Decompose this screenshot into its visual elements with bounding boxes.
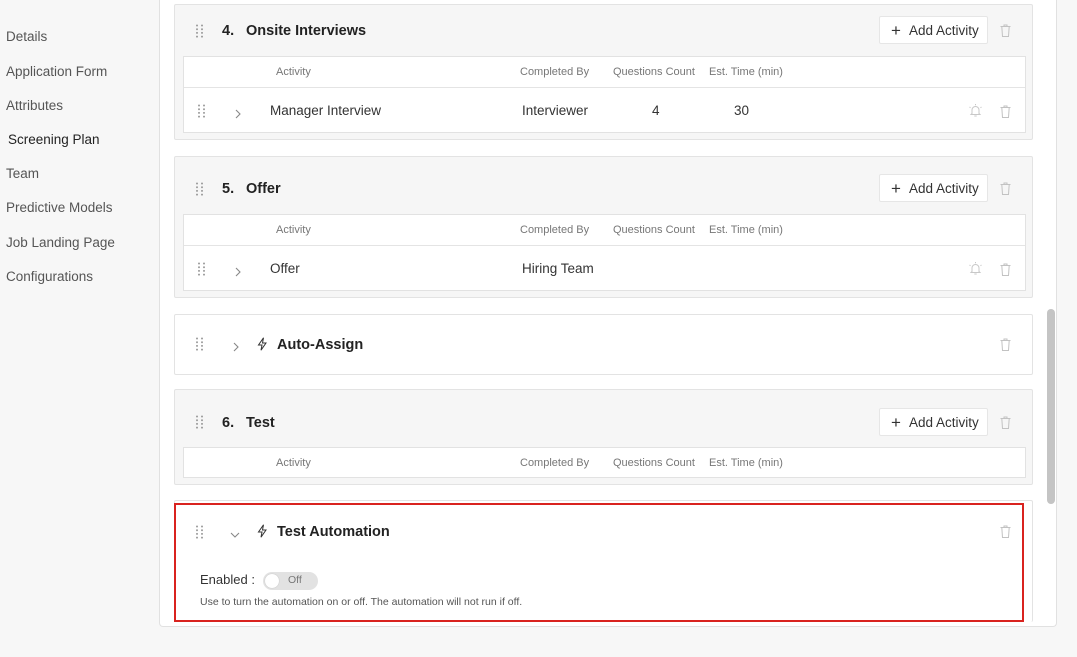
sidebar-item-predictive-models[interactable]: Predictive Models (6, 200, 113, 215)
chevron-down-icon[interactable] (230, 527, 240, 538)
trash-icon[interactable] (1000, 182, 1011, 195)
automation-auto-assign[interactable]: Auto-Assign (174, 314, 1033, 375)
stage-title: Test (246, 415, 275, 431)
activity-table: Activity Completed By Questions Count Es… (183, 447, 1026, 478)
trash-icon[interactable] (1000, 338, 1011, 351)
sidebar-item-application-form[interactable]: Application Form (6, 64, 107, 79)
stage-title: Offer (246, 181, 281, 197)
lightning-icon (257, 524, 267, 538)
column-header-questions-count: Questions Count (613, 457, 695, 469)
sidebar-item-screening-plan[interactable]: Screening Plan (8, 132, 100, 147)
automation-title: Auto-Assign (277, 337, 364, 353)
bell-icon[interactable] (968, 103, 983, 118)
table-row[interactable]: Offer Hiring Team (184, 245, 1025, 291)
est-time: 30 (734, 103, 750, 118)
sidebar: Details Application Form Attributes Scre… (0, 0, 158, 657)
drag-handle-icon[interactable] (195, 415, 205, 429)
drag-handle-icon[interactable] (195, 337, 205, 351)
trash-icon[interactable] (1000, 416, 1011, 429)
add-activity-button[interactable]: + Add Activity (879, 408, 988, 436)
trash-icon[interactable] (1000, 263, 1011, 276)
stage-offer: 5. Offer + Add Activity Activity Complete… (174, 156, 1033, 298)
activity-name: Manager Interview (270, 103, 382, 118)
drag-handle-icon[interactable] (195, 182, 205, 196)
enabled-toggle[interactable]: Off (263, 572, 318, 590)
column-header-activity: Activity (276, 224, 311, 236)
column-header-completed-by: Completed By (520, 457, 590, 469)
chevron-right-icon[interactable] (231, 339, 241, 352)
plus-icon: + (891, 178, 901, 198)
add-activity-button[interactable]: + Add Activity (879, 174, 988, 202)
questions-count: 4 (652, 103, 660, 118)
drag-handle-icon[interactable] (197, 104, 207, 118)
plus-icon: + (891, 412, 901, 432)
trash-icon[interactable] (1000, 525, 1011, 538)
column-header-questions-count: Questions Count (613, 224, 695, 236)
completed-by: Interviewer (522, 103, 589, 118)
chevron-right-icon[interactable] (233, 106, 243, 119)
trash-icon[interactable] (1000, 24, 1011, 37)
chevron-right-icon[interactable] (233, 264, 243, 277)
toggle-state: Off (288, 574, 302, 586)
column-header-activity: Activity (276, 457, 311, 469)
stage-onsite-interviews: 4. Onsite Interviews + Add Activity Activ… (174, 4, 1033, 140)
activity-table: Activity Completed By Questions Count Es… (183, 214, 1026, 291)
lightning-icon (257, 337, 267, 351)
stage-number: 5. (222, 181, 235, 197)
activity-table: Activity Completed By Questions Count Es… (183, 56, 1026, 133)
stage-number: 6. (222, 415, 235, 431)
column-header-completed-by: Completed By (520, 224, 590, 236)
enabled-label: Enabled : (200, 572, 255, 587)
sidebar-item-team[interactable]: Team (6, 166, 39, 181)
toggle-knob (265, 574, 279, 588)
column-header-est-time: Est. Time (min) (709, 66, 783, 78)
column-header-est-time: Est. Time (min) (709, 224, 783, 236)
column-header-est-time: Est. Time (min) (709, 457, 783, 469)
column-header-questions-count: Questions Count (613, 66, 695, 78)
column-header-activity: Activity (276, 66, 311, 78)
table-row[interactable]: Manager Interview Interviewer 4 30 (184, 87, 1025, 133)
completed-by: Hiring Team (522, 261, 594, 276)
add-activity-label: Add Activity (908, 22, 979, 38)
drag-handle-icon[interactable] (195, 525, 205, 539)
plus-icon: + (891, 20, 901, 40)
scrollbar-thumb[interactable] (1047, 309, 1055, 504)
automation-title: Test Automation (277, 524, 390, 540)
sidebar-item-job-landing-page[interactable]: Job Landing Page (6, 235, 115, 250)
activity-name: Offer (270, 261, 300, 276)
trash-icon[interactable] (1000, 105, 1011, 118)
add-activity-label: Add Activity (908, 180, 979, 196)
stage-number: 4. (222, 23, 235, 39)
help-text: Use to turn the automation on or off. Th… (200, 596, 523, 608)
drag-handle-icon[interactable] (195, 24, 205, 38)
add-activity-label: Add Activity (908, 414, 979, 430)
column-header-completed-by: Completed By (520, 66, 590, 78)
stage-title: Onsite Interviews (246, 23, 367, 39)
sidebar-item-configurations[interactable]: Configurations (6, 269, 93, 284)
sidebar-item-details[interactable]: Details (6, 29, 47, 44)
stage-test: 6. Test + Add Activity Activity Completed… (174, 389, 1033, 485)
drag-handle-icon[interactable] (197, 262, 207, 276)
bell-icon[interactable] (968, 261, 983, 276)
add-activity-button[interactable]: + Add Activity (879, 16, 988, 44)
sidebar-item-attributes[interactable]: Attributes (6, 98, 63, 113)
